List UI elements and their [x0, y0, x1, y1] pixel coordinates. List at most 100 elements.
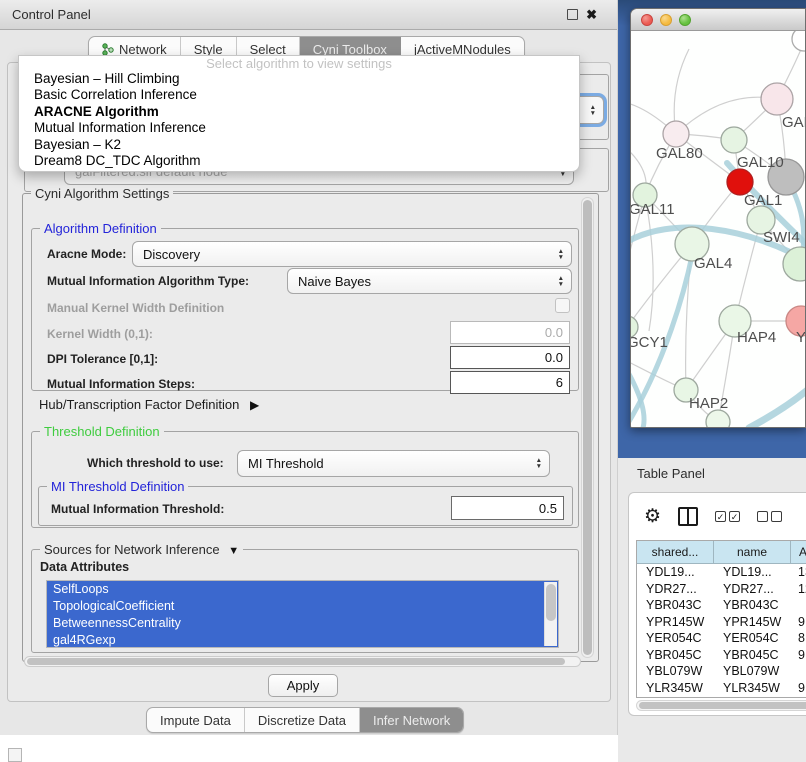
control-panel-window: Control Panel ✖ NetworkStyleSelectCyni T…: [0, 0, 618, 735]
dpi-tolerance-field[interactable]: 0.0: [450, 346, 570, 369]
mi-steps-field[interactable]: 6: [450, 371, 570, 394]
kernel-width-label: Kernel Width (0,1):: [47, 327, 153, 341]
which-threshold-label: Which threshold to use:: [87, 456, 224, 470]
data-attributes-label: Data Attributes: [40, 560, 129, 574]
float-panel-icon[interactable]: [567, 9, 578, 20]
threshold-definition-group: Threshold Definition Which threshold to …: [31, 431, 579, 528]
table-row[interactable]: YLR345WYLR345W9.: [637, 680, 806, 697]
attribute-item[interactable]: SelfLoops: [47, 581, 558, 598]
table-cell: YDL19...: [714, 564, 791, 581]
table-row[interactable]: YIL052CYIL052C9: [637, 696, 806, 698]
column-header[interactable]: A: [791, 541, 806, 563]
unchecked-pair-icon[interactable]: [757, 511, 782, 522]
mi-algorithm-type-value: Naive Bayes: [298, 274, 371, 289]
table-cell: 8.: [791, 630, 806, 647]
network-canvas[interactable]: GALGAL80GAL10GAL1GAL11SWI4GAL4GCY1HAP4YH…: [631, 31, 805, 428]
tab-discretize-data[interactable]: Discretize Data: [245, 708, 360, 732]
algorithm-option[interactable]: Basic Correlation Inference: [19, 87, 579, 103]
table-horizontal-scrollbar[interactable]: [636, 700, 806, 711]
tab-infer-network[interactable]: Infer Network: [360, 708, 463, 732]
table-cell: 9: [791, 696, 806, 698]
node-label: HAP4: [737, 329, 776, 346]
network-node[interactable]: [706, 410, 730, 428]
table-cell: YLR345W: [637, 680, 714, 697]
gear-icon[interactable]: ⚙: [644, 507, 661, 526]
algorithm-option[interactable]: Mutual Information Inference: [19, 120, 579, 136]
expand-arrow-icon[interactable]: ▶: [250, 398, 259, 412]
settings-vertical-scrollbar[interactable]: [581, 197, 594, 658]
combo-arrows-icon: ▲▼: [590, 105, 596, 116]
zoom-traffic-light[interactable]: [679, 14, 691, 26]
kernel-width-field[interactable]: 0.0: [450, 321, 570, 344]
table-cell: YDR27...: [637, 581, 714, 598]
table-panel: Table Panel ⚙ ✓✓ shared...nameA YDL19...…: [618, 458, 806, 762]
mutual-information-threshold-label: Mutual Information Threshold:: [51, 502, 224, 516]
column-header[interactable]: shared...: [637, 541, 714, 563]
column-header[interactable]: name: [714, 541, 791, 563]
table-cell: YDR27...: [714, 581, 791, 598]
mi-threshold-definition-title: MI Threshold Definition: [47, 479, 188, 494]
aracne-mode-combobox[interactable]: Discovery ▲▼: [132, 241, 572, 267]
tab-label: Impute Data: [160, 713, 231, 728]
table-cell: YBR045C: [637, 647, 714, 664]
cyni-algorithm-settings-title: Cyni Algorithm Settings: [31, 186, 173, 201]
tab-label: Discretize Data: [258, 713, 346, 728]
algorithm-option[interactable]: ARACNE Algorithm: [19, 104, 579, 120]
manual-kernel-width-label: Manual Kernel Width Definition: [47, 301, 224, 315]
network-node[interactable]: [792, 31, 805, 51]
table-row[interactable]: YDL19...YDL19...13: [637, 564, 806, 581]
table-row[interactable]: YPR145WYPR145W9.: [637, 614, 806, 631]
attribute-item[interactable]: gal4RGexp: [47, 632, 558, 648]
minimize-traffic-light[interactable]: [660, 14, 672, 26]
manual-kernel-width-checkbox[interactable]: [555, 298, 570, 313]
tab-impute-data[interactable]: Impute Data: [147, 708, 245, 732]
table-row[interactable]: YDR27...YDR27...12: [637, 581, 806, 598]
algorithm-option[interactable]: Bayesian – K2: [19, 137, 579, 153]
corner-grip[interactable]: [8, 748, 22, 762]
table-cell: YIL052C: [714, 696, 791, 698]
node-table: shared...nameA YDL19...YDL19...13YDR27..…: [636, 540, 806, 698]
table-row[interactable]: YBR043CYBR043C: [637, 597, 806, 614]
hub-transcription-factor-section[interactable]: Hub/Transcription Factor Definition ▶: [39, 397, 259, 412]
settings-horizontal-scrollbar[interactable]: [24, 656, 581, 667]
control-panel-titlebar: Control Panel ✖: [0, 0, 617, 30]
network-edge-highlighted[interactable]: [749, 387, 805, 428]
split-columns-icon[interactable]: [678, 507, 698, 526]
table-toolbar: ⚙ ✓✓: [629, 493, 806, 539]
table-cell: 9.: [791, 680, 806, 697]
sources-title[interactable]: Sources for Network Inference ▼: [40, 542, 243, 557]
table-cell: [791, 597, 806, 614]
table-row[interactable]: YBR045CYBR045C9.: [637, 647, 806, 664]
collapse-arrow-icon[interactable]: ▼: [228, 545, 239, 557]
data-attributes-list[interactable]: SelfLoopsTopologicalCoefficientBetweenne…: [46, 580, 559, 648]
algorithm-option[interactable]: Bayesian – Hill Climbing: [19, 71, 579, 87]
table-cell: YBL079W: [637, 663, 714, 680]
mi-algorithm-type-combobox[interactable]: Naive Bayes ▲▼: [287, 268, 572, 294]
node-label: GAL80: [656, 145, 703, 162]
network-node[interactable]: [663, 121, 689, 147]
network-node[interactable]: [721, 127, 747, 153]
close-traffic-light[interactable]: [641, 14, 653, 26]
apply-button[interactable]: Apply: [268, 674, 338, 697]
network-node[interactable]: [761, 83, 793, 115]
mutual-information-threshold-field[interactable]: 0.5: [451, 496, 564, 520]
table-row[interactable]: YBL079WYBL079W: [637, 663, 806, 680]
close-panel-icon[interactable]: ✖: [586, 8, 597, 21]
table-cell: YBL079W: [714, 663, 791, 680]
attribute-item[interactable]: BetweennessCentrality: [47, 615, 558, 632]
attributes-scrollbar[interactable]: [544, 582, 557, 646]
network-svg: GALGAL80GAL10GAL1GAL11SWI4GAL4GCY1HAP4YH…: [631, 31, 805, 428]
combo-arrows-icon: ▲▼: [558, 276, 564, 287]
screenshot-root: Control Panel ✖ NetworkStyleSelectCyni T…: [0, 0, 806, 762]
tab-label: Infer Network: [373, 713, 450, 728]
table-cell: YPR145W: [714, 614, 791, 631]
which-threshold-combobox[interactable]: MI Threshold ▲▼: [237, 450, 550, 477]
attribute-item[interactable]: TopologicalCoefficient: [47, 598, 558, 615]
mi-steps-label: Mutual Information Steps:: [47, 377, 195, 391]
table-row[interactable]: YER054CYER054C8.: [637, 630, 806, 647]
table-cell: YPR145W: [637, 614, 714, 631]
node-label: GAL: [782, 114, 805, 131]
algorithm-option[interactable]: Dream8 DC_TDC Algorithm: [19, 153, 579, 169]
threshold-definition-title: Threshold Definition: [40, 424, 164, 439]
checked-pair-icon[interactable]: ✓✓: [715, 511, 740, 522]
